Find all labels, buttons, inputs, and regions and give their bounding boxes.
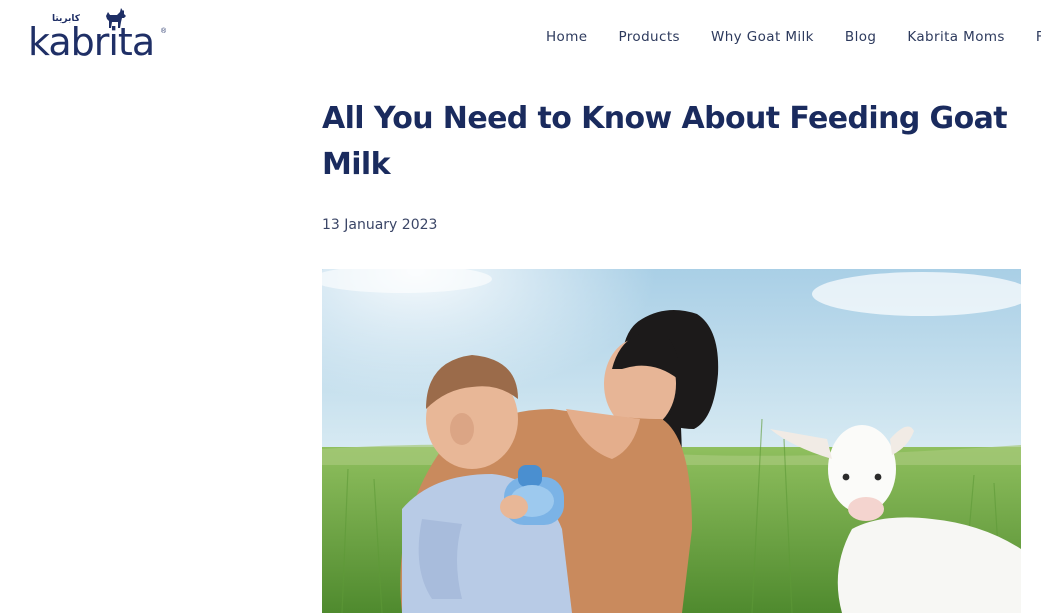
article-header: All You Need to Know About Feeding Goat … [322, 96, 1022, 233]
hero-image [322, 269, 1021, 613]
article-date: 13 January 2023 [322, 217, 438, 233]
nav-item-kabrita-moms[interactable]: Kabrita Moms [907, 28, 1005, 46]
nav-item-products[interactable]: Products [618, 28, 680, 46]
nav-item-blog[interactable]: Blog [845, 28, 876, 46]
main-navigation: Home Products Why Goat Milk Blog Kabrita… [546, 28, 1041, 46]
hero-photo-mother-child-goat [322, 269, 1021, 613]
logo-registered-mark: ® [161, 28, 167, 35]
nav-item-home[interactable]: Home [546, 28, 587, 46]
nav-item-why-goat-milk[interactable]: Why Goat Milk [711, 28, 814, 46]
kabrita-logo[interactable]: كابريتا kabrita ® [28, 6, 168, 64]
page: كابريتا kabrita ® Home Products Why Goat… [0, 0, 1041, 613]
article-title: All You Need to Know About Feeding Goat … [322, 101, 1008, 182]
nav-item-faq[interactable]: FA [1036, 28, 1041, 46]
logo-wordmark: kabrita [28, 20, 155, 64]
